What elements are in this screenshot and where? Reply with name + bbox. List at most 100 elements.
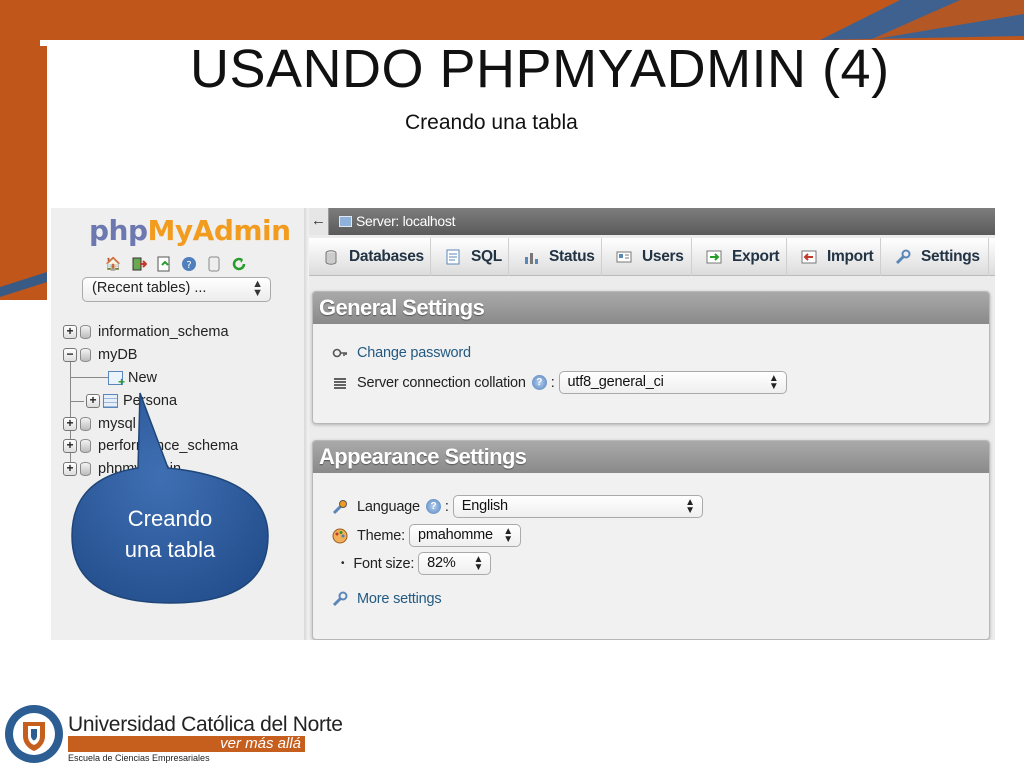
phpmyadmin-logo[interactable]: phpMyAdmin bbox=[89, 214, 291, 247]
slide-subtitle: Creando una tabla bbox=[405, 111, 578, 134]
sql-icon bbox=[445, 249, 461, 265]
tab-export[interactable]: Export bbox=[692, 238, 787, 276]
expand-icon[interactable]: + bbox=[63, 417, 77, 431]
tree-item-label: myDB bbox=[98, 347, 138, 363]
svg-text:?: ? bbox=[186, 260, 191, 271]
select-arrows-icon: ▲ ▼ bbox=[768, 373, 779, 392]
logo-php: php bbox=[89, 214, 148, 247]
tab-label: Users bbox=[642, 248, 684, 265]
help-icon[interactable]: ? bbox=[179, 254, 198, 273]
table-icon bbox=[103, 394, 118, 408]
callout-line1: Creando bbox=[127, 506, 213, 531]
top-menu-tabs: Databases SQL Status Users Export Import bbox=[309, 238, 995, 276]
change-password-link[interactable]: Change password bbox=[331, 344, 471, 362]
bullet-icon: • bbox=[341, 558, 345, 569]
select-arrows-icon: ▲ ▼ bbox=[473, 554, 484, 573]
collation-row: Server connection collation ?: utf8_gene… bbox=[331, 371, 787, 394]
expand-icon[interactable]: + bbox=[63, 439, 77, 453]
select-arrows-icon: ▲ ▼ bbox=[685, 497, 695, 516]
server-icon bbox=[339, 216, 352, 227]
database-icon bbox=[80, 325, 91, 339]
select-arrows-icon: ▲ ▼ bbox=[252, 278, 263, 299]
navigation-panel: phpMyAdmin 🏠 ? (Recent tables) ... ▲ ▼ + i… bbox=[51, 208, 306, 640]
expand-icon[interactable]: + bbox=[63, 462, 77, 476]
school-name: Escuela de Ciencias Empresariales bbox=[68, 753, 210, 763]
expand-icon[interactable]: + bbox=[63, 325, 77, 339]
tree-item-label: mysql bbox=[98, 416, 136, 432]
language-value: English bbox=[461, 498, 508, 514]
tree-item-information-schema[interactable]: + information_schema bbox=[63, 322, 229, 342]
palette-icon bbox=[331, 527, 349, 545]
recent-tables-value: (Recent tables) ... bbox=[92, 280, 207, 296]
key-icon bbox=[331, 344, 349, 362]
font-size-value: 82% bbox=[427, 555, 456, 571]
theme-label: Theme: bbox=[357, 527, 405, 544]
callout-line2: una tabla bbox=[124, 537, 216, 562]
university-seal-icon bbox=[5, 705, 63, 763]
tree-item-performance-schema[interactable]: + performance_schema bbox=[63, 436, 238, 456]
expand-icon[interactable]: + bbox=[86, 394, 100, 408]
help-icon[interactable]: ? bbox=[425, 499, 441, 514]
tree-item-new-table[interactable]: New bbox=[108, 368, 158, 389]
language-select[interactable]: English ▲ ▼ bbox=[452, 495, 703, 518]
tab-label: SQL bbox=[471, 248, 502, 265]
new-table-icon bbox=[108, 371, 125, 389]
server-breadcrumb[interactable]: Server: localhost bbox=[339, 213, 455, 229]
server-label: Server: localhost bbox=[356, 213, 456, 229]
collapse-nav-button[interactable]: ← bbox=[309, 208, 329, 235]
tree-item-label: New bbox=[128, 370, 158, 386]
tree-item-mysql[interactable]: + mysql bbox=[63, 414, 136, 434]
tab-status[interactable]: Status bbox=[509, 238, 602, 276]
recent-tables-select[interactable]: (Recent tables) ... ▲ ▼ bbox=[82, 277, 271, 302]
general-settings-heading: General Settings bbox=[313, 292, 989, 324]
wrench-icon bbox=[895, 249, 911, 265]
database-icon bbox=[80, 348, 91, 362]
users-icon bbox=[616, 249, 632, 265]
collation-select[interactable]: utf8_general_ci ▲ ▼ bbox=[558, 371, 787, 394]
query-window-icon[interactable] bbox=[154, 254, 173, 273]
tree-line bbox=[70, 377, 108, 378]
tab-users[interactable]: Users bbox=[602, 238, 692, 276]
tree-item-persona[interactable]: + Persona bbox=[86, 391, 177, 411]
database-icon bbox=[80, 439, 91, 453]
university-name: Universidad Católica del Norte bbox=[68, 713, 343, 736]
database-icon bbox=[80, 417, 91, 431]
collapse-icon[interactable]: − bbox=[63, 348, 77, 362]
documentation-icon[interactable] bbox=[204, 254, 223, 273]
callout-text: Creando una tabla bbox=[75, 503, 265, 565]
tab-import[interactable]: Import bbox=[787, 238, 881, 276]
tree-item-phpmyadmin[interactable]: + phpmyadmin bbox=[63, 459, 181, 479]
reload-icon[interactable] bbox=[229, 254, 248, 273]
home-icon[interactable]: 🏠 bbox=[104, 254, 123, 273]
font-size-select[interactable]: 82% ▲ ▼ bbox=[418, 552, 492, 575]
tree-item-label: phpmyadmin bbox=[98, 461, 182, 477]
theme-row: Theme: pmahomme ▲ ▼ bbox=[331, 524, 521, 547]
theme-value: pmahomme bbox=[417, 527, 493, 543]
tree-item-label: Persona bbox=[123, 393, 178, 409]
theme-select[interactable]: pmahomme ▲ ▼ bbox=[408, 524, 521, 547]
logo-my: My bbox=[147, 214, 194, 247]
tree-item-mydb[interactable]: − myDB bbox=[63, 345, 137, 365]
database-icon bbox=[80, 462, 91, 476]
database-icon bbox=[323, 249, 339, 265]
change-password-label: Change password bbox=[357, 345, 471, 361]
select-arrows-icon: ▲ ▼ bbox=[503, 526, 513, 545]
tab-label: Export bbox=[732, 248, 780, 265]
language-row: Language ?: English ▲ ▼ bbox=[331, 495, 703, 518]
tree-item-label: information_schema bbox=[98, 324, 229, 340]
logout-icon[interactable] bbox=[129, 254, 148, 273]
font-size-row: • Font size: 82% ▲ ▼ bbox=[341, 552, 492, 575]
language-label: Language bbox=[357, 498, 420, 515]
tree-line bbox=[70, 401, 84, 402]
tab-label: Status bbox=[549, 248, 595, 265]
language-icon bbox=[331, 498, 349, 516]
phpmyadmin-screenshot: phpMyAdmin 🏠 ? (Recent tables) ... ▲ ▼ + i… bbox=[51, 208, 995, 640]
tab-databases[interactable]: Databases bbox=[309, 238, 431, 276]
tab-label: Databases bbox=[349, 248, 424, 265]
tab-sql[interactable]: SQL bbox=[431, 238, 509, 276]
more-settings-link[interactable]: More settings bbox=[331, 590, 442, 608]
tab-settings[interactable]: Settings bbox=[881, 238, 989, 276]
appearance-settings-heading: Appearance Settings bbox=[313, 441, 989, 473]
logo-admin: Admin bbox=[192, 214, 291, 247]
help-icon[interactable]: ? bbox=[531, 375, 547, 390]
